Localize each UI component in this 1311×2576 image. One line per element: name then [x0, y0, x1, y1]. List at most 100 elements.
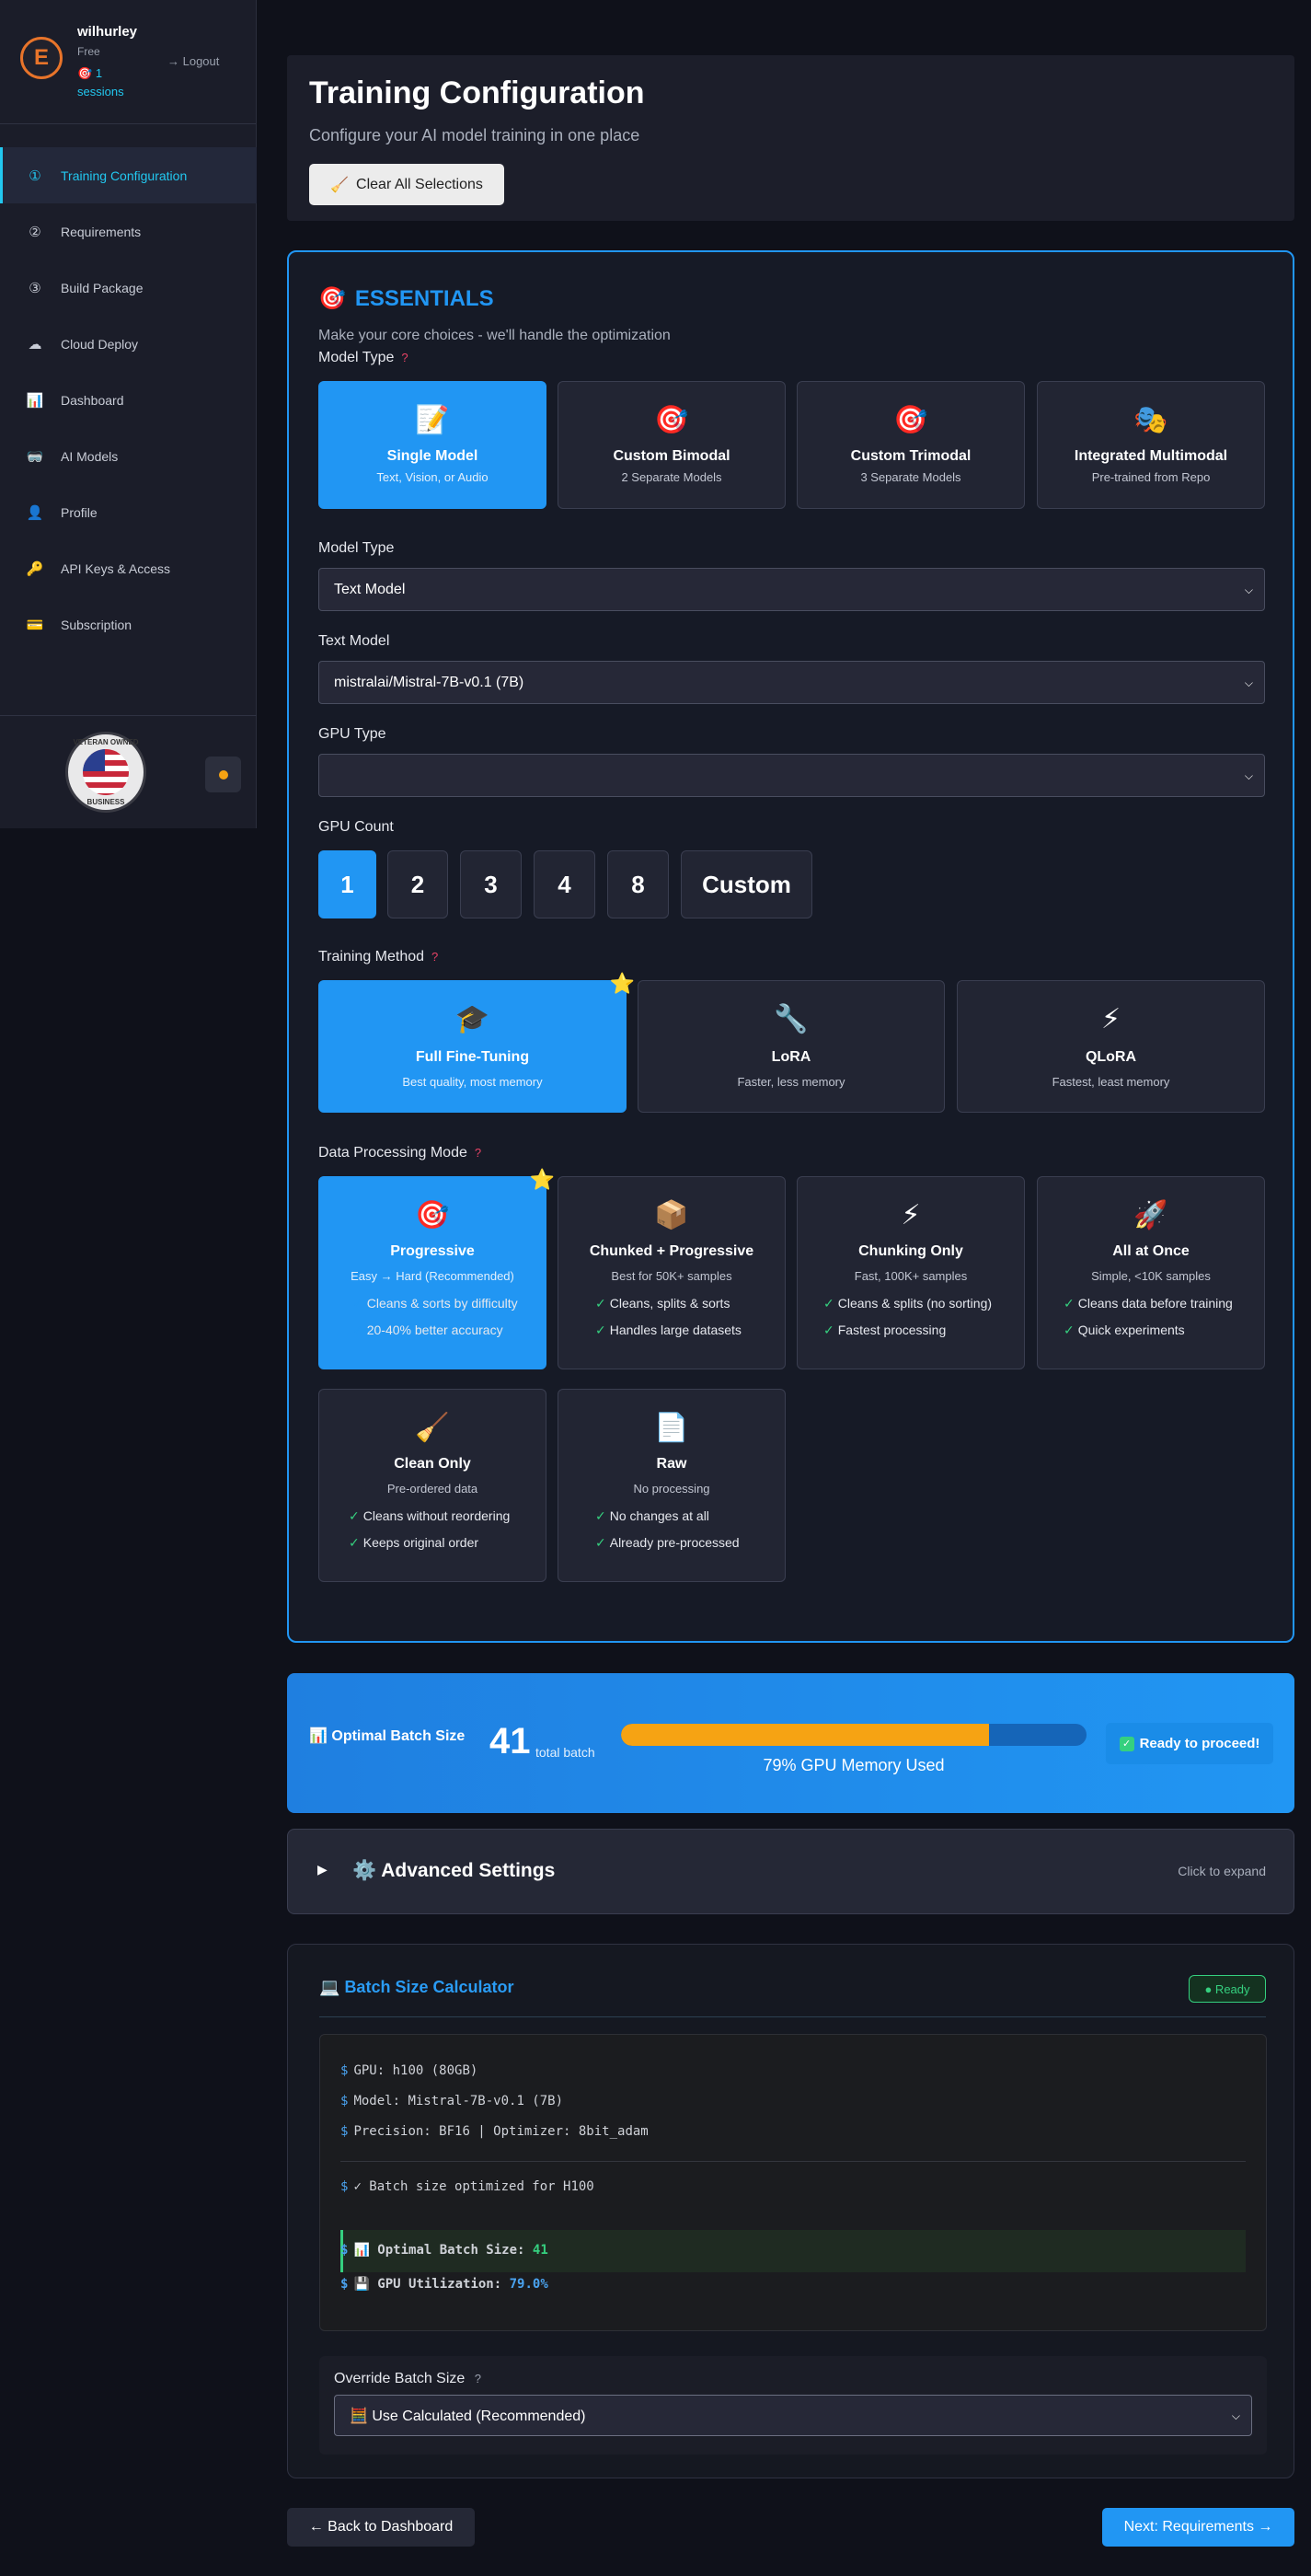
training-method-lora[interactable]: 🔧 LoRA Faster, less memory	[638, 980, 945, 1113]
caret-right-icon: ▶	[317, 1862, 328, 1877]
training-method-label: Training Method?	[318, 949, 439, 965]
sidebar-item-api-keys[interactable]: 🔑 API Keys & Access	[0, 540, 257, 596]
page-subtitle: Configure your AI model training in one …	[309, 126, 640, 144]
sidebar-item-build-package[interactable]: ③ Build Package	[0, 260, 257, 316]
advanced-settings-toggle[interactable]: ▶ ⚙️ Advanced Settings Click to expand	[287, 1829, 1294, 1914]
lightning-icon: ⚡	[901, 1200, 921, 1230]
user-icon: 👤	[26, 504, 44, 521]
logout-link[interactable]: → Logout	[167, 54, 219, 68]
check-icon: ✓	[349, 1508, 360, 1523]
batch-size-calculator: 💻 Batch Size Calculator ● Ready $ GPU: h1…	[287, 1944, 1294, 2478]
model-card-single[interactable]: 📝 Single Model Text, Vision, or Audio	[318, 381, 546, 509]
terminal-line: $ GPU: h100 (80GB)	[340, 2063, 478, 2078]
chevron-down-icon: ⌵	[1231, 2409, 1240, 2422]
package-icon: 📦	[654, 1200, 689, 1230]
sidebar-item-profile[interactable]: 👤 Profile	[0, 484, 257, 540]
gpu-count-2[interactable]: 2	[387, 850, 448, 918]
model-card-trimodal[interactable]: 🎯 Custom Trimodal 3 Separate Models	[797, 381, 1025, 509]
target-icon: 🎯	[654, 405, 689, 435]
model-card-multimodal[interactable]: 🎭 Integrated Multimodal Pre-trained from…	[1037, 381, 1265, 509]
check-icon: ✓	[595, 1508, 606, 1523]
gpu-count-custom[interactable]: Custom	[681, 850, 812, 918]
override-batch-select[interactable]: 🧮 Use Calculated (Recommended) ⌵	[334, 2395, 1252, 2436]
target-icon: 🎯	[77, 66, 93, 80]
sidebar-item-label: API Keys & Access	[61, 560, 171, 576]
data-mode-all-at-once[interactable]: 🚀 All at Once Simple, <10K samples ✓ Clea…	[1037, 1176, 1265, 1369]
training-method-full[interactable]: ⭐ 🎓 Full Fine-Tuning Best quality, most …	[318, 972, 635, 1113]
gpu-memory-bar-fill	[621, 1724, 989, 1746]
training-method-qlora[interactable]: ⚡ QLoRA Fastest, least memory	[957, 980, 1265, 1113]
terminal-line: $ ✓ Batch size optimized for H100	[340, 2179, 594, 2194]
terminal-optimal-line: $ 📊 Optimal Batch Size: 41	[340, 2243, 548, 2258]
data-mode-chunking-only[interactable]: ⚡ Chunking Only Fast, 100K+ samples ✓ Cle…	[797, 1176, 1025, 1369]
check-icon: ✓	[1064, 1323, 1075, 1337]
back-to-dashboard-button[interactable]: ← Back to Dashboard	[287, 2508, 475, 2547]
plan-label: Free	[77, 45, 100, 58]
help-icon[interactable]: ?	[475, 2372, 481, 2385]
graduation-cap-icon: 🎓	[454, 1004, 490, 1034]
data-mode-raw[interactable]: 📄 Raw No processing ✓ No changes at all ✓…	[558, 1389, 786, 1582]
check-icon: ✓	[352, 1296, 363, 1311]
sidebar-item-label: Build Package	[61, 280, 144, 295]
veteran-owned-badge: VETERAN OWNED BUSINESS	[65, 732, 146, 813]
username: wilhurley	[77, 24, 138, 40]
gpu-count-4[interactable]: 4	[534, 850, 595, 918]
help-icon[interactable]: ?	[475, 1146, 481, 1160]
sidebar-item-dashboard[interactable]: 📊 Dashboard	[0, 372, 257, 428]
sidebar-item-label: Cloud Deploy	[61, 336, 139, 352]
sidebar-item-ai-models[interactable]: 🥽 AI Models	[0, 428, 257, 484]
override-batch-label: Override Batch Size ?	[334, 2371, 481, 2386]
sidebar-item-label: Training Configuration	[61, 167, 188, 183]
sun-icon	[218, 769, 228, 780]
model-card-bimodal[interactable]: 🎯 Custom Bimodal 2 Separate Models	[558, 381, 786, 509]
target-icon: 🎯	[415, 1200, 450, 1230]
sidebar-footer: VETERAN OWNED BUSINESS	[0, 715, 257, 828]
text-model-select[interactable]: mistralai/Mistral-7B-v0.1 (7B) ⌵	[318, 661, 1265, 704]
credit-card-icon: 💳	[26, 617, 44, 633]
essentials-panel: 🎯 ESSENTIALS Make your core choices - we…	[287, 250, 1294, 1643]
chevron-down-icon: ⌵	[1244, 583, 1253, 596]
cloud-icon: ☁	[28, 336, 42, 352]
terminal-line: $ Precision: BF16 | Optimizer: 8bit_adam	[340, 2124, 649, 2139]
data-mode-progressive[interactable]: ⭐ 🎯 Progressive Easy → Hard (Recommended…	[318, 1168, 555, 1369]
goggles-icon: 🥽	[26, 448, 44, 465]
theme-toggle-button[interactable]	[205, 757, 241, 792]
document-icon: 📄	[654, 1413, 689, 1443]
flag-icon	[83, 749, 129, 795]
sidebar-item-label: Subscription	[61, 617, 132, 632]
sidebar-item-requirements[interactable]: ② Requirements	[0, 203, 257, 260]
gpu-count-3[interactable]: 3	[460, 850, 522, 918]
calculator-terminal: $ GPU: h100 (80GB) $ Model: Mistral-7B-v0.…	[319, 2034, 1267, 2331]
brand-logo: E	[20, 37, 63, 79]
chevron-down-icon: ⌵	[1244, 676, 1253, 689]
clear-all-button[interactable]: 🧹 Clear All Selections	[309, 164, 504, 205]
next-requirements-button[interactable]: Next: Requirements →	[1102, 2508, 1294, 2547]
gpu-count-1[interactable]: 1	[318, 850, 376, 918]
advanced-settings-title: ⚙️ Advanced Settings	[352, 1860, 556, 1881]
target-icon: 🎯	[893, 405, 928, 435]
lightning-icon: ⚡	[1100, 1004, 1121, 1034]
model-type-select-label: Model Type	[318, 540, 395, 556]
data-mode-label: Data Processing Mode?	[318, 1145, 482, 1161]
star-icon: ⭐	[609, 972, 635, 995]
help-icon[interactable]: ?	[401, 351, 408, 364]
help-icon[interactable]: ?	[431, 950, 438, 964]
gpu-count-8[interactable]: 8	[607, 850, 669, 918]
sidebar-item-subscription[interactable]: 💳 Subscription	[0, 596, 257, 653]
data-mode-chunked-progressive[interactable]: 📦 Chunked + Progressive Best for 50K+ sa…	[558, 1176, 786, 1369]
sidebar-item-label: Profile	[61, 504, 98, 520]
check-icon: ✓	[823, 1296, 834, 1311]
override-batch-section: Override Batch Size ? 🧮 Use Calculated (…	[319, 2356, 1267, 2455]
clear-all-label: Clear All Selections	[356, 176, 483, 192]
laptop-icon: 💻	[319, 1978, 340, 1996]
model-type-select[interactable]: Text Model ⌵	[318, 568, 1265, 611]
check-icon: ✓	[352, 1323, 363, 1337]
sidebar-item-training-configuration[interactable]: ① Training Configuration	[0, 147, 257, 203]
optimal-batch-value: 41	[489, 1721, 531, 1762]
sidebar-item-cloud-deploy[interactable]: ☁ Cloud Deploy	[0, 316, 257, 372]
gpu-type-select[interactable]: ⌵	[318, 754, 1265, 797]
essentials-subtitle: Make your core choices - we'll handle th…	[318, 328, 671, 343]
bar-chart-icon: 📊	[309, 1728, 328, 1744]
essentials-title: 🎯 ESSENTIALS	[318, 285, 494, 312]
data-mode-clean-only[interactable]: 🧹 Clean Only Pre-ordered data ✓ Cleans wi…	[318, 1389, 546, 1582]
